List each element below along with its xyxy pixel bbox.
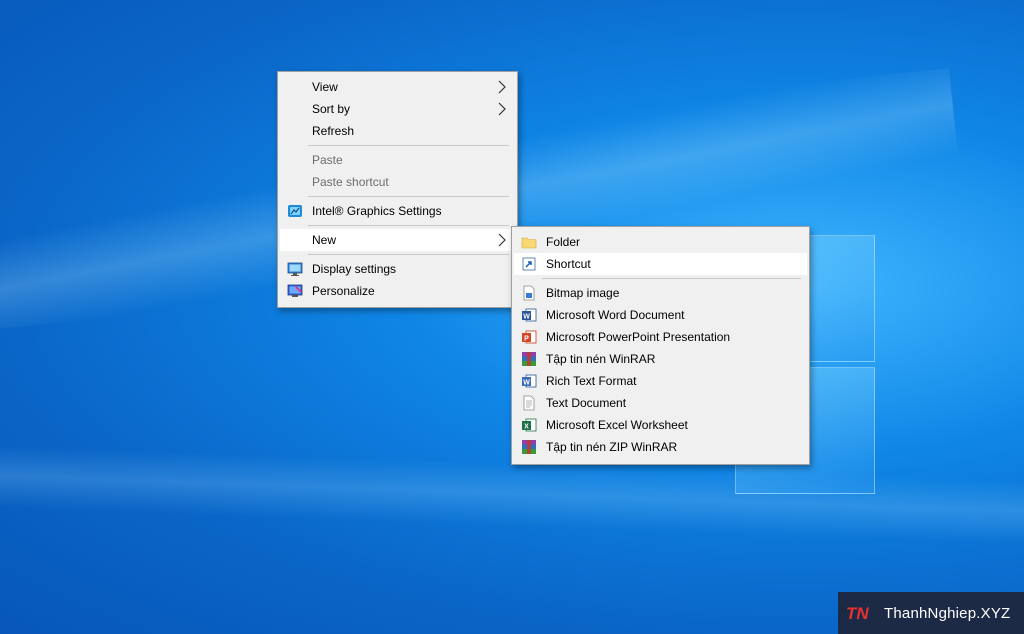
submenu-item-powerpoint[interactable]: P Microsoft PowerPoint Presentation [514,326,807,348]
menu-separator [308,254,509,255]
folder-icon [521,237,537,249]
watermark-text: ThanhNghiep.XYZ [884,604,1011,622]
shortcut-icon [522,257,536,271]
intel-graphics-icon [288,205,302,217]
submenu-item-rtf[interactable]: W Rich Text Format [514,370,807,392]
bitmap-image-icon [523,285,535,301]
menu-item-label: Microsoft Excel Worksheet [546,418,688,432]
menu-item-paste[interactable]: Paste [280,149,515,171]
menu-item-label: Bitmap image [546,286,620,300]
winrar-zip-icon [522,440,536,454]
menu-item-label: View [312,80,338,94]
desktop-context-menu: View Sort by Refresh Paste Paste shortcu… [277,71,518,308]
display-icon [287,262,303,276]
submenu-item-excel[interactable]: X Microsoft Excel Worksheet [514,414,807,436]
menu-separator [308,145,509,146]
svg-text:TN: TN [846,604,869,623]
svg-text:X: X [524,424,529,431]
menu-item-label: Folder [546,235,581,249]
menu-item-label: Shortcut [546,257,591,271]
menu-item-label: Microsoft PowerPoint Presentation [546,330,731,344]
menu-item-label: Text Document [546,396,627,410]
menu-item-label: Tập tin nén WinRAR [546,352,656,366]
watermark-logo: TN [846,604,869,623]
menu-item-label: Personalize [312,284,375,298]
menu-item-paste-shortcut[interactable]: Paste shortcut [280,171,515,193]
submenu-item-winrar-zip[interactable]: Tập tin nén ZIP WinRAR [514,436,807,458]
menu-item-label: Refresh [312,124,355,138]
chevron-right-icon [498,102,506,116]
submenu-item-winrar[interactable]: Tập tin nén WinRAR [514,348,807,370]
menu-item-view[interactable]: View [280,76,515,98]
svg-text:P: P [524,336,529,343]
submenu-item-shortcut[interactable]: Shortcut [514,253,807,275]
submenu-item-text[interactable]: Text Document [514,392,807,414]
menu-separator [308,196,509,197]
powerpoint-icon: P [522,330,537,344]
menu-item-label: Tập tin nén ZIP WinRAR [546,440,678,454]
menu-separator [542,278,801,279]
watermark-badge: TN ThanhNghiep.XYZ [838,592,1024,634]
menu-item-refresh[interactable]: Refresh [280,120,515,142]
chevron-right-icon [498,80,506,94]
svg-text:W: W [523,380,530,387]
menu-item-label: Paste [312,153,343,167]
menu-item-sort-by[interactable]: Sort by [280,98,515,120]
rich-text-icon: W [522,374,537,388]
menu-item-personalize[interactable]: Personalize [280,280,515,302]
menu-item-label: Paste shortcut [312,175,389,189]
menu-item-label: Intel® Graphics Settings [312,204,442,218]
svg-text:W: W [523,314,530,321]
word-document-icon: W [522,308,537,322]
menu-item-new[interactable]: New [280,229,515,251]
personalize-icon [287,284,303,297]
menu-separator [308,225,509,226]
menu-item-label: Rich Text Format [546,374,637,388]
menu-item-display-settings[interactable]: Display settings [280,258,515,280]
submenu-item-folder[interactable]: Folder [514,231,807,253]
submenu-item-word[interactable]: W Microsoft Word Document [514,304,807,326]
excel-icon: X [522,418,537,432]
submenu-item-bitmap[interactable]: Bitmap image [514,282,807,304]
menu-item-label: New [312,233,337,247]
text-document-icon [523,395,535,411]
menu-item-label: Sort by [312,102,351,116]
chevron-right-icon [498,233,506,247]
menu-item-intel-graphics[interactable]: Intel® Graphics Settings [280,200,515,222]
new-submenu: Folder Shortcut Bitmap image W Microsoft… [511,226,810,465]
menu-item-label: Display settings [312,262,397,276]
menu-item-label: Microsoft Word Document [546,308,685,322]
winrar-icon [522,352,536,366]
